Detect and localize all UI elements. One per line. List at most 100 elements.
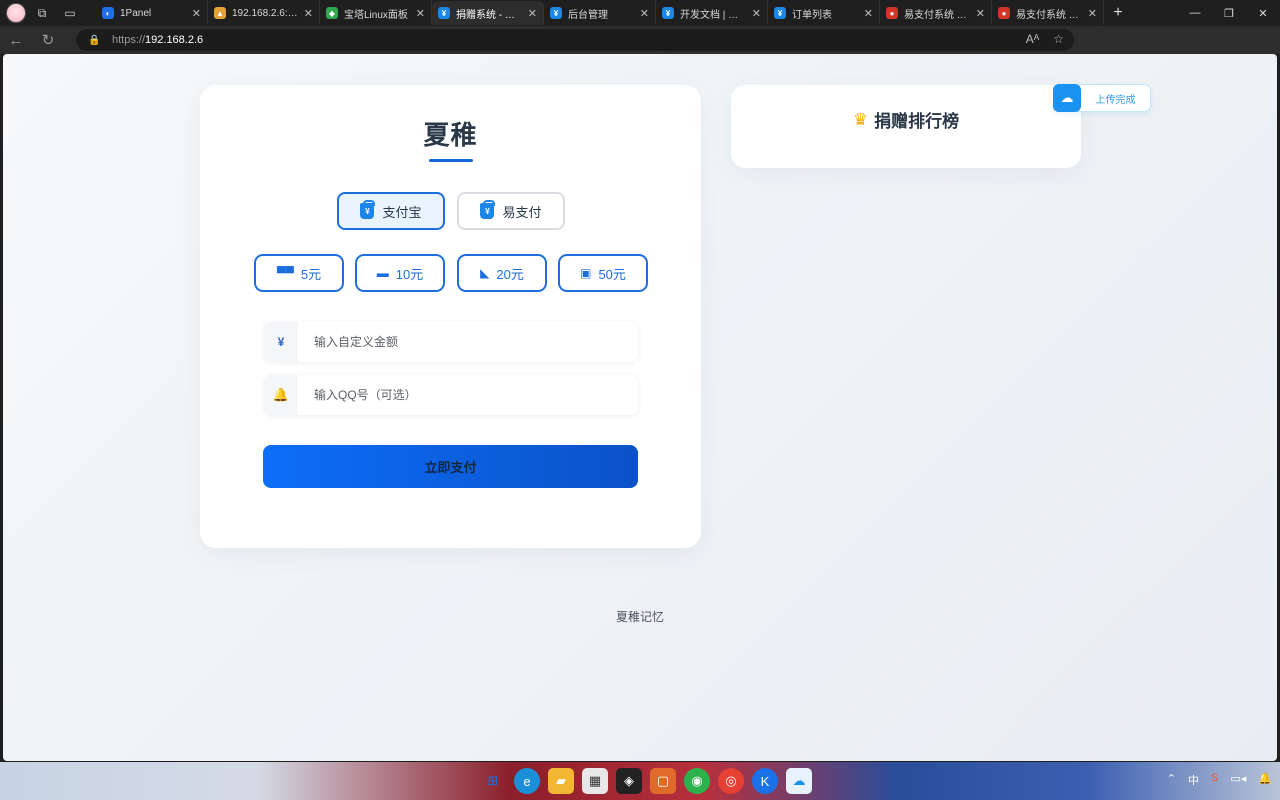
kugou-icon[interactable]: K — [752, 768, 778, 794]
close-tab-icon[interactable]: ✕ — [304, 7, 313, 20]
gift-icon: ▣ — [580, 266, 592, 280]
amount-label: 5元 — [300, 266, 322, 282]
tab-favicon-icon: ▲ — [214, 7, 226, 19]
address-bar[interactable]: 🔒 https://192.168.2.6 Aᴬ ☆ — [76, 29, 1074, 51]
close-tab-icon[interactable]: ✕ — [528, 7, 537, 20]
browser-tab[interactable]: ● 易支付系统 - 用户中心 ✕ — [880, 1, 992, 25]
amount-10-button[interactable]: ▬ 10元 — [355, 254, 445, 292]
close-tab-icon[interactable]: ✕ — [864, 7, 873, 20]
coffee-icon: ▀▀ — [276, 266, 294, 280]
amount-label: 10元 — [395, 266, 424, 282]
tab-favicon-icon: ◆ — [326, 7, 338, 19]
close-tab-icon[interactable]: ✕ — [192, 7, 201, 20]
cloud-drive-icon[interactable]: ☁ — [786, 768, 812, 794]
tab-title: 后台管理 — [568, 9, 608, 21]
tab-title: 开发文档 | 聚合支付 — [680, 9, 746, 21]
profile-avatar[interactable] — [6, 3, 26, 23]
amount-5-button[interactable]: ▀▀ 5元 — [254, 254, 344, 292]
payment-bag-icon: ¥ — [360, 200, 376, 219]
amount-20-button[interactable]: ◣ 20元 — [457, 254, 547, 292]
amount-50-button[interactable]: ▣ 50元 — [558, 254, 648, 292]
tab-favicon-icon: ¥ — [550, 7, 562, 19]
crown-icon: ♛ — [852, 109, 869, 129]
unity-icon[interactable]: ◈ — [616, 768, 642, 794]
cloud-upload-icon: ☁ — [1053, 84, 1081, 112]
ime-indicator[interactable]: 中 — [1188, 772, 1199, 788]
close-tab-icon[interactable]: ✕ — [416, 7, 425, 20]
new-tab-button[interactable]: + — [1104, 4, 1132, 22]
url-protocol: https:// — [112, 34, 146, 46]
browser-tab[interactable]: ▲ 192.168.2.6:8089 ✕ — [208, 1, 320, 25]
browser-tab[interactable]: ¥ 捐赠系统 - 为爱发电 ✕ — [432, 1, 544, 25]
page-viewport: 夏稚 ¥ 支付宝 ¥ 易支付 ▀▀ 5元 ▬ 10元 ◣ 20元 ▣ 50元 ¥ — [3, 54, 1277, 761]
favorite-star-icon[interactable]: ☆ — [1053, 32, 1064, 46]
pay-method-epay[interactable]: ¥ 易支付 — [457, 192, 565, 230]
tab-favicon-icon: ● — [998, 7, 1010, 19]
payment-bag-icon: ¥ — [480, 200, 496, 219]
tab-title: 宝塔Linux面板 — [344, 9, 408, 21]
notification-icon[interactable]: 🔔 — [1258, 772, 1272, 788]
tab-actions-icon[interactable]: ▭ — [58, 2, 82, 24]
page-title: 夏稚 — [423, 120, 478, 150]
wechat-icon[interactable]: ◉ — [684, 768, 710, 794]
qq-input[interactable] — [298, 375, 638, 415]
tab-title: 易支付系统 - 管理中心 — [1016, 9, 1082, 21]
url-host: 192.168.2.6 — [145, 34, 204, 46]
ranking-title-text: 捐赠排行榜 — [874, 112, 960, 131]
tab-title: 192.168.2.6:8089 — [232, 7, 298, 19]
browser-tab[interactable]: ¥ 开发文档 | 聚合支付 ✕ — [656, 1, 768, 25]
burger-icon: ▬ — [376, 266, 389, 280]
close-tab-icon[interactable]: ✕ — [1088, 7, 1097, 20]
tab-favicon-icon: ¥ — [662, 7, 674, 19]
qq-field: 🔔 — [264, 375, 638, 415]
store-icon[interactable]: ▦ — [582, 768, 608, 794]
pay-method-label: 支付宝 — [382, 204, 422, 220]
browser-tab[interactable]: ● 易支付系统 - 管理中心 ✕ — [992, 1, 1104, 25]
taskbar-apps: ⊞ e ▰ ▦ ◈ ▢ ◉ ◎ K ☁ — [480, 768, 812, 794]
edge-browser-icon[interactable]: e — [514, 768, 540, 794]
file-explorer-icon[interactable]: ▰ — [548, 768, 574, 794]
tab-title: 1Panel — [120, 7, 152, 19]
tab-title: 捐赠系统 - 为爱发电 — [456, 9, 522, 21]
minimize-button[interactable]: — — [1178, 0, 1212, 26]
refresh-button[interactable]: ↻ — [32, 26, 64, 54]
upload-status-label: 上传完成 — [1095, 94, 1136, 106]
restore-button[interactable]: ❐ — [1212, 0, 1246, 26]
custom-amount-field: ¥ — [264, 322, 638, 362]
omnibox-actions: Aᴬ ☆ — [1026, 32, 1064, 46]
pay-method-alipay[interactable]: ¥ 支付宝 — [337, 192, 445, 230]
custom-amount-input[interactable] — [298, 322, 638, 362]
browser-tab[interactable]: ◆ 宝塔Linux面板 ✕ — [320, 1, 432, 25]
read-aloud-icon[interactable]: Aᴬ — [1026, 32, 1039, 46]
amount-label: 20元 — [496, 266, 524, 282]
close-tab-icon[interactable]: ✕ — [752, 7, 761, 20]
tab-favicon-icon: ¥ — [774, 7, 786, 19]
tab-title: 易支付系统 - 用户中心 — [904, 9, 970, 21]
network-volume-icon[interactable]: ▭◂ — [1230, 772, 1246, 788]
browser-tab[interactable]: ¥ 订单列表 ✕ — [768, 1, 880, 25]
tab-strip: ◐ 1Panel ✕ ▲ 192.168.2.6:8089 ✕ ◆ 宝塔Linux面板 ✕ ¥ 捐赠… — [96, 1, 1104, 25]
input-method-icon[interactable]: S — [1211, 772, 1218, 788]
tray-expand-icon[interactable]: ⌃ — [1167, 772, 1176, 788]
address-toolbar: ← ↻ 🔒 https://192.168.2.6 Aᴬ ☆ ⛨ 文 ⟳ ☆ ⋯… — [0, 26, 1280, 74]
browser-tab[interactable]: ◐ 1Panel ✕ — [96, 1, 208, 25]
screenshot-tool-icon[interactable]: ▢ — [650, 768, 676, 794]
workspaces-icon[interactable]: ⧉ — [30, 2, 54, 24]
close-tab-icon[interactable]: ✕ — [976, 7, 985, 20]
start-menu-icon[interactable]: ⊞ — [480, 768, 506, 794]
back-button[interactable]: ← — [0, 26, 32, 54]
close-window-button[interactable]: ✕ — [1246, 0, 1280, 26]
browser-tab[interactable]: ¥ 后台管理 ✕ — [544, 1, 656, 25]
tab-favicon-icon: ◐ — [102, 7, 114, 19]
yen-icon: ¥ — [264, 322, 298, 362]
tab-favicon-icon: ● — [886, 7, 898, 19]
system-tray: ⌃ 中 S ▭◂ 🔔 — [1167, 772, 1272, 788]
donation-card: 夏稚 ¥ 支付宝 ¥ 易支付 ▀▀ 5元 ▬ 10元 ◣ 20元 ▣ 50元 ¥ — [200, 85, 701, 548]
close-tab-icon[interactable]: ✕ — [640, 7, 649, 20]
footer-text: 夏稚记忆 — [615, 610, 664, 624]
lock-icon: 🔒 — [88, 34, 101, 46]
tab-title: 订单列表 — [792, 9, 832, 21]
upload-widget[interactable]: ☁ 上传完成 — [1053, 84, 1151, 112]
chrome-icon[interactable]: ◎ — [718, 768, 744, 794]
pay-now-button[interactable]: 立即支付 — [263, 445, 638, 488]
